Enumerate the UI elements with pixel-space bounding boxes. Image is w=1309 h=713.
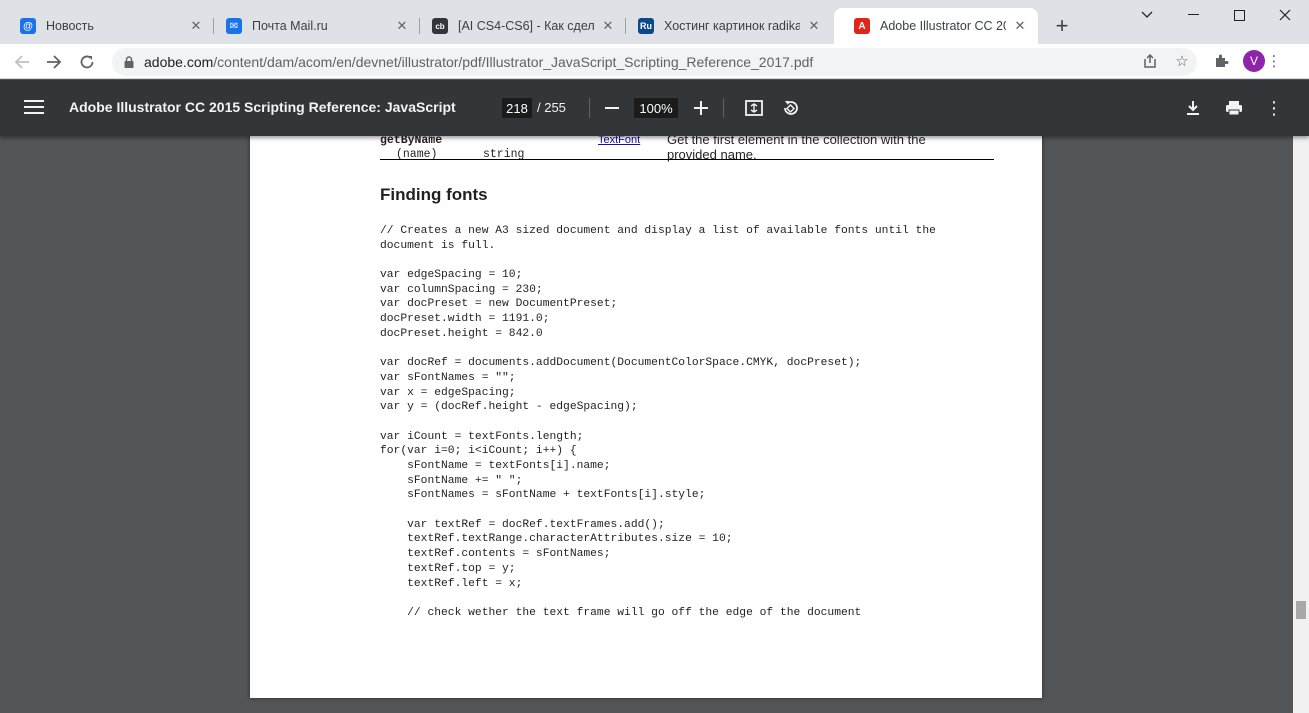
close-icon[interactable]: ✕	[806, 18, 822, 34]
code-line: var docPreset = new DocumentPreset;	[380, 298, 618, 311]
fit-page-icon[interactable]	[742, 96, 766, 120]
returns-link[interactable]: TextFont	[598, 136, 640, 146]
lock-icon	[124, 56, 134, 68]
pdf-viewport[interactable]: getByName TextFont Get the first element…	[0, 136, 1309, 713]
forum-icon: cb	[432, 18, 448, 34]
reload-icon	[80, 55, 94, 69]
mail-icon: ✉	[226, 18, 242, 34]
pdf-toolbar: Adobe Illustrator CC 2015 Scripting Refe…	[0, 80, 1309, 136]
new-tab-button[interactable]: +	[1050, 13, 1074, 38]
reload-button[interactable]	[73, 48, 101, 76]
zoom-in-button[interactable]	[689, 96, 713, 120]
method-name: getByName	[380, 136, 443, 146]
star-icon[interactable]: ☆	[1170, 49, 1194, 73]
forward-button[interactable]	[40, 48, 68, 76]
tab-strip: @ Новость ✕ ✉ Почта Mail.ru ✕ cb [AI CS4…	[0, 0, 1309, 44]
url-text: adobe.com/content/dam/acom/en/devnet/ill…	[144, 54, 813, 70]
browser-toolbar: adobe.com/content/dam/acom/en/devnet/ill…	[0, 44, 1309, 79]
code-line: textRef.contents = sFontNames;	[380, 548, 611, 561]
share-icon[interactable]	[1138, 49, 1162, 73]
tab-title: Новость	[46, 19, 94, 33]
code-line: var sFontNames = "";	[380, 371, 516, 384]
close-window-button[interactable]	[1262, 0, 1308, 30]
code-line: // check wether the text frame will go o…	[380, 606, 862, 619]
back-button[interactable]	[8, 48, 36, 76]
url-domain: adobe.com	[144, 54, 214, 70]
tab-novost[interactable]: @ Новость ✕	[0, 8, 214, 44]
code-line: textRef.top = y;	[380, 562, 516, 575]
forward-arrow-icon	[47, 55, 62, 69]
sidebar-menu-icon[interactable]	[22, 96, 46, 120]
code-line: textRef.left = x;	[380, 577, 523, 590]
tab-title: [AI CS4-CS6] - Как сделать	[458, 19, 594, 33]
extensions-icon[interactable]	[1209, 49, 1233, 73]
description-line-2: provided name.	[667, 147, 757, 162]
param-type: string	[483, 148, 525, 161]
code-line: docPreset.height = 842.0	[380, 327, 543, 340]
scrollbar-thumb[interactable]	[1296, 601, 1306, 619]
table-row: getByName TextFont Get the first element…	[380, 136, 994, 162]
close-icon[interactable]: ✕	[188, 18, 204, 34]
zoom-out-button[interactable]	[600, 96, 624, 120]
pdf-title: Adobe Illustrator CC 2015 Scripting Refe…	[69, 99, 456, 115]
more-options-icon[interactable]: ⋮	[1262, 96, 1286, 120]
maximize-button[interactable]	[1216, 0, 1262, 30]
code-line: var iCount = textFonts.length;	[380, 430, 584, 443]
scrollbar[interactable]	[1293, 136, 1309, 713]
method-param: (name)	[396, 148, 438, 161]
minimize-button[interactable]	[1170, 0, 1216, 30]
code-line: sFontName += " ";	[380, 474, 523, 487]
back-arrow-icon	[14, 55, 29, 69]
code-line: sFontNames = sFontName + textFonts[i].st…	[380, 489, 706, 502]
tab-mail[interactable]: ✉ Почта Mail.ru ✕	[206, 8, 420, 44]
code-line: var columnSpacing = 230;	[380, 283, 543, 296]
close-icon[interactable]: ✕	[1012, 18, 1028, 34]
zoom-input[interactable]: 100%	[634, 98, 678, 118]
code-line: var x = edgeSpacing;	[380, 386, 516, 399]
adobe-icon: A	[854, 18, 870, 34]
page-number-input[interactable]: 218	[502, 98, 532, 118]
url-path: /content/dam/acom/en/devnet/illustrator/…	[213, 54, 814, 70]
close-icon[interactable]: ✕	[394, 18, 410, 34]
rotate-icon[interactable]	[778, 96, 802, 120]
tab-title: Почта Mail.ru	[252, 19, 328, 33]
code-line: textRef.textRange.characterAttributes.si…	[380, 533, 733, 546]
download-icon[interactable]	[1181, 96, 1205, 120]
code-line: var docRef = documents.addDocument(Docum…	[380, 357, 862, 370]
tab-radikal[interactable]: Ru Хостинг картинок radikal.ru ✕	[618, 8, 832, 44]
description-line-1: Get the first element in the collection …	[667, 136, 926, 146]
code-line: document is full.	[380, 239, 496, 252]
kebab-menu-icon[interactable]: ⋮	[1262, 49, 1286, 73]
address-bar[interactable]: adobe.com/content/dam/acom/en/devnet/ill…	[112, 48, 1197, 76]
code-block: // Creates a new A3 sized document and d…	[380, 224, 936, 621]
code-line: var y = (docRef.height - edgeSpacing);	[380, 401, 638, 414]
section-heading: Finding fonts	[380, 185, 488, 204]
page-total: / 255	[537, 100, 566, 115]
at-icon: @	[20, 18, 36, 34]
code-line: var edgeSpacing = 10;	[380, 269, 523, 282]
tab-forum[interactable]: cb [AI CS4-CS6] - Как сделать ✕	[412, 8, 626, 44]
tab-title: Хостинг картинок radikal.ru	[664, 19, 800, 33]
code-line: sFontName = textFonts[i].name;	[380, 460, 611, 472]
code-line: // Creates a new A3 sized document and d…	[380, 225, 936, 237]
print-icon[interactable]	[1222, 96, 1246, 120]
close-icon[interactable]: ✕	[600, 18, 616, 34]
radikal-icon: Ru	[638, 18, 654, 34]
profile-avatar[interactable]: V	[1243, 50, 1265, 72]
tab-adobe-pdf[interactable]: A Adobe Illustrator CC 2015 Scri ✕	[834, 8, 1038, 44]
tab-title: Adobe Illustrator CC 2015 Scri	[880, 19, 1006, 33]
code-line: var textRef = docRef.textFrames.add();	[380, 518, 665, 531]
pdf-page: getByName TextFont Get the first element…	[250, 136, 1042, 698]
tab-search-chevron-icon[interactable]	[1124, 0, 1170, 30]
code-line: for(var i=0; i<iCount; i++) {	[380, 445, 577, 458]
code-line: docPreset.width = 1191.0;	[380, 313, 550, 326]
